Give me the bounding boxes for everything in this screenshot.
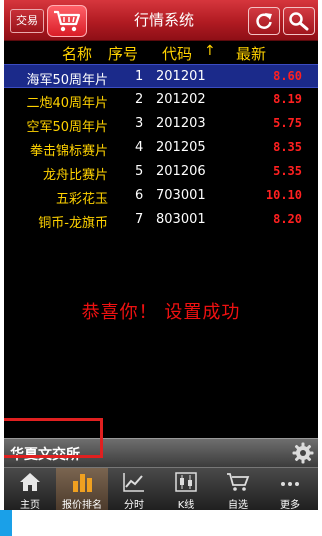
- tab-label: 分时: [124, 500, 144, 510]
- row-code: 201202: [156, 92, 206, 107]
- refresh-icon: [256, 13, 272, 29]
- column-code[interactable]: 代码: [162, 43, 192, 64]
- quote-row[interactable]: 海军50周年片 1 201201 8.60: [4, 64, 318, 88]
- row-name: 空军50周年片: [26, 120, 108, 135]
- row-code: 201205: [156, 140, 206, 155]
- tab-intraday[interactable]: 分时: [108, 468, 160, 510]
- row-seq: 2: [135, 92, 144, 107]
- row-code: 201201: [156, 69, 206, 84]
- annotation-highlight-box: [4, 418, 103, 458]
- app-screen: 交易 行情系统 名称 序号 代码 ↑ 最新 海军50周年片 1 201201 8…: [4, 0, 318, 510]
- bottom-tab-bar: 主页 报价排名 分时 K线 自选 更多: [4, 467, 318, 510]
- row-seq: 3: [135, 116, 144, 131]
- quote-row[interactable]: 五彩花玉 6 703001 10.10: [4, 184, 318, 208]
- tab-watchlist[interactable]: 自选: [212, 468, 264, 510]
- row-name: 拳击锦标赛片: [29, 144, 108, 159]
- tab-label: 自选: [228, 500, 248, 510]
- refresh-button[interactable]: [248, 7, 280, 35]
- column-seq[interactable]: 序号: [108, 43, 138, 64]
- tab-label: 报价排名: [62, 500, 102, 510]
- row-price: 8.35: [273, 140, 302, 154]
- quote-row[interactable]: 拳击锦标赛片 4 201205 8.35: [4, 136, 318, 160]
- search-button[interactable]: [283, 7, 315, 35]
- quote-row[interactable]: 龙舟比赛片 5 201206 5.35: [4, 160, 318, 184]
- column-header: 名称 序号 代码 ↑ 最新: [4, 41, 318, 63]
- tab-more[interactable]: 更多: [264, 468, 316, 510]
- trade-button[interactable]: 交易: [10, 9, 44, 33]
- row-code: 201203: [156, 116, 206, 131]
- candlestick-icon: [175, 472, 197, 492]
- cart-icon: [227, 473, 250, 491]
- row-name: 二炮40周年片: [26, 96, 108, 111]
- quote-row[interactable]: 空军50周年片 3 201203 5.75: [4, 112, 318, 136]
- search-icon: [289, 12, 309, 31]
- blue-edge-strip: [0, 510, 12, 536]
- more-icon: [281, 482, 299, 486]
- column-name[interactable]: 名称: [62, 43, 92, 64]
- top-bar: 交易 行情系统: [4, 0, 318, 41]
- row-price: 8.20: [273, 212, 302, 226]
- home-icon: [20, 473, 40, 491]
- column-latest[interactable]: 最新: [236, 43, 266, 64]
- row-code: 703001: [156, 188, 206, 203]
- row-seq: 4: [135, 140, 144, 155]
- row-price: 10.10: [265, 188, 302, 202]
- tab-kline[interactable]: K线: [160, 468, 212, 510]
- quote-row[interactable]: 二炮40周年片 2 201202 8.19: [4, 88, 318, 112]
- success-message: 恭喜你！ 设置成功: [81, 302, 241, 323]
- row-code: 201206: [156, 164, 206, 179]
- tab-label: K线: [177, 500, 195, 510]
- row-seq: 1: [135, 69, 144, 84]
- sort-arrow-icon: ↑: [204, 43, 216, 59]
- quote-row[interactable]: 铜币-龙旗币 7 803001 8.20: [4, 208, 318, 232]
- bar-chart-icon: [73, 474, 92, 492]
- row-seq: 7: [135, 212, 144, 227]
- row-name: 五彩花玉: [55, 192, 108, 207]
- row-price: 8.19: [273, 92, 302, 106]
- cart-icon[interactable]: [47, 5, 87, 37]
- tab-price-ranking[interactable]: 报价排名: [56, 468, 108, 510]
- row-price: 8.60: [273, 69, 302, 83]
- page-title: 行情系统: [133, 11, 194, 29]
- gear-icon[interactable]: [292, 442, 314, 464]
- row-code: 803001: [156, 212, 206, 227]
- row-seq: 5: [135, 164, 144, 179]
- tab-label: 更多: [280, 500, 300, 510]
- tab-label: 主页: [20, 500, 40, 510]
- tab-home[interactable]: 主页: [4, 468, 56, 510]
- row-price: 5.75: [273, 116, 302, 130]
- row-seq: 6: [135, 188, 144, 203]
- quote-list: 海军50周年片 1 201201 8.60 二炮40周年片 2 201202 8…: [4, 64, 318, 232]
- row-name: 海军50周年片: [26, 73, 108, 88]
- line-chart-icon: [123, 473, 144, 492]
- row-name: 铜币-龙旗币: [38, 216, 108, 231]
- row-price: 5.35: [273, 164, 302, 178]
- row-name: 龙舟比赛片: [42, 168, 108, 183]
